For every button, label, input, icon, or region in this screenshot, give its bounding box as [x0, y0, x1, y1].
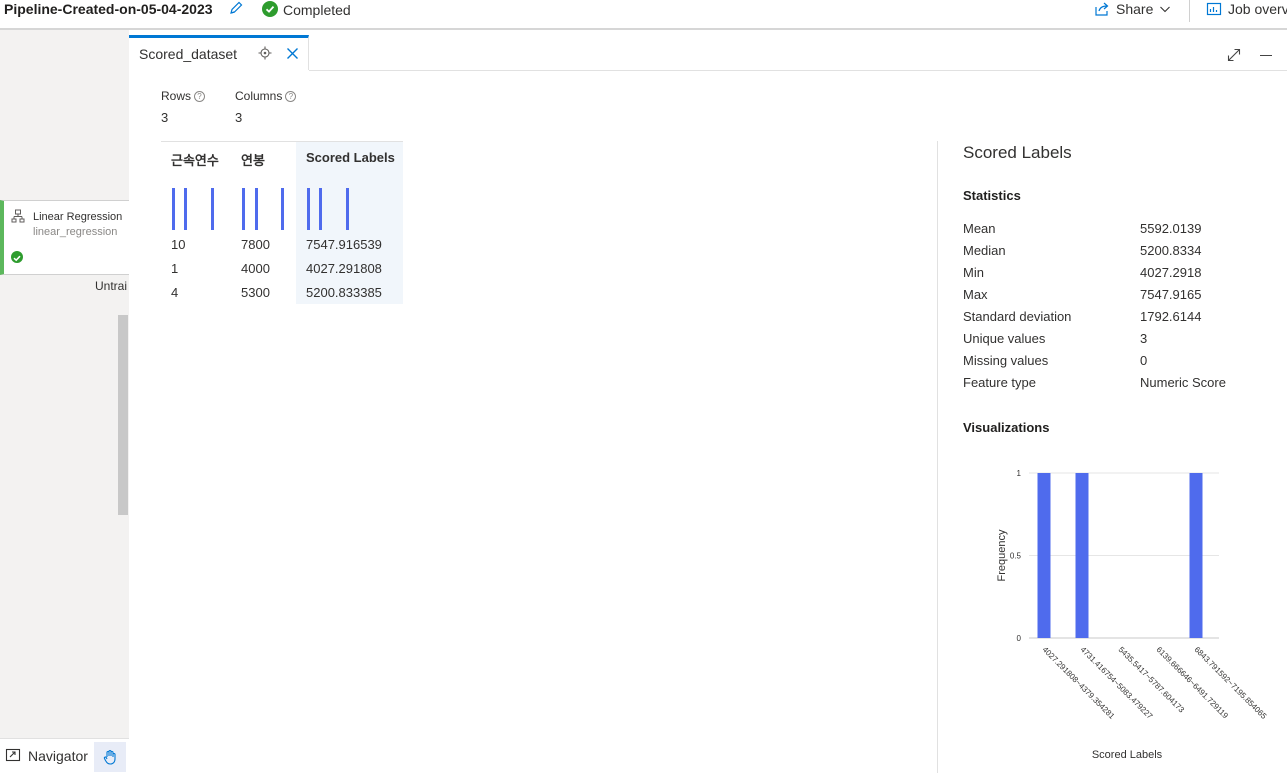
- stat-value: 3: [1140, 331, 1148, 346]
- columns-label: Columns ?: [235, 89, 297, 103]
- histogram-bar: [1075, 473, 1089, 638]
- x-tick-label: 6843.791592~7195.854065: [1193, 645, 1269, 721]
- module-node-linear-regression[interactable]: Linear Regression linear_regression: [0, 200, 129, 275]
- pipeline-canvas[interactable]: Linear Regression linear_regression Untr…: [0, 30, 129, 773]
- column-geunsok[interactable]: 근속연수 10 1 4: [161, 142, 231, 304]
- stat-key: Unique values: [963, 331, 1046, 346]
- job-overview-label: Job overv: [1228, 1, 1287, 17]
- columns-label-text: Columns: [235, 89, 283, 103]
- canvas-scrollbar[interactable]: [118, 315, 128, 515]
- table-cell: 1: [171, 261, 179, 276]
- expand-icon[interactable]: [1227, 48, 1241, 67]
- stats-divider: [937, 141, 938, 773]
- completed-check-icon: [262, 1, 278, 17]
- x-tick-label: 4027.291808~4379.354281: [1041, 645, 1117, 721]
- y-tick-label: 0.5: [1010, 552, 1022, 561]
- x-tick-label: 6139.666646~6491.729119: [1155, 645, 1231, 721]
- stat-value: 1792.6144: [1140, 309, 1202, 324]
- module-status-check-icon: [11, 251, 23, 263]
- stat-key: Feature type: [963, 375, 1036, 390]
- tab-label: Scored_dataset: [139, 46, 238, 62]
- columns-value: 3: [235, 110, 243, 125]
- navigator-icon[interactable]: [5, 747, 21, 768]
- table-cell: 4000: [241, 261, 270, 276]
- table-cell: 5200.833385: [306, 285, 382, 300]
- table-cell: 4027.291808: [306, 261, 382, 276]
- help-icon[interactable]: ?: [285, 90, 297, 102]
- status-text: Completed: [283, 2, 351, 18]
- stat-value: 5200.8334: [1140, 243, 1202, 258]
- stat-value: 0: [1140, 353, 1148, 368]
- rows-label: Rows ?: [161, 89, 206, 103]
- stat-value: 7547.9165: [1140, 287, 1202, 302]
- stat-key: Median: [963, 243, 1006, 258]
- table-cell: 7800: [241, 237, 270, 252]
- column-header[interactable]: 연봉: [241, 150, 265, 169]
- visualizations-heading: Visualizations: [963, 420, 1050, 435]
- navigator-label[interactable]: Navigator: [28, 748, 88, 764]
- y-axis-label: Frequency: [996, 529, 1008, 581]
- column-sparkline: [242, 188, 284, 230]
- pan-hand-button[interactable]: [94, 742, 126, 772]
- stat-value: 5592.0139: [1140, 221, 1202, 236]
- column-sparkline: [307, 188, 349, 230]
- job-overview-button[interactable]: Job overv: [1206, 0, 1287, 18]
- column-sparkline: [172, 188, 214, 230]
- y-tick-label: 1: [1017, 469, 1022, 478]
- tab-scored-dataset[interactable]: Scored_dataset: [129, 35, 309, 70]
- histogram-bar: [1037, 473, 1051, 638]
- stats-title: Scored Labels: [963, 143, 1072, 162]
- statistics-heading: Statistics: [963, 188, 1021, 203]
- column-yeonbong[interactable]: 연봉 7800 4000 5300: [231, 142, 296, 304]
- table-cell: 10: [171, 237, 186, 252]
- chevron-down-icon: [1160, 6, 1171, 13]
- edit-pencil-icon[interactable]: [228, 0, 244, 21]
- toolbar-divider: [1189, 0, 1190, 22]
- pipeline-title: Pipeline-Created-on-05-04-2023: [4, 1, 213, 17]
- share-label: Share: [1116, 1, 1154, 17]
- close-icon[interactable]: [286, 47, 299, 65]
- column-header[interactable]: 근속연수: [171, 150, 219, 169]
- table-cell: 7547.916539: [306, 237, 382, 252]
- stat-value: 4027.2918: [1140, 265, 1202, 280]
- x-axis-label: Scored Labels: [1092, 749, 1163, 761]
- module-name: Linear Regression: [33, 211, 123, 223]
- histogram-bar: [1189, 473, 1203, 638]
- table-cell: 5300: [241, 285, 270, 300]
- minimize-icon[interactable]: [1260, 55, 1272, 56]
- untrained-port-label: Untrai: [95, 279, 128, 293]
- locate-target-icon[interactable]: [258, 46, 272, 65]
- help-icon[interactable]: ?: [194, 90, 206, 102]
- table-cell: 4: [171, 285, 179, 300]
- x-tick-label: 5435.5417~5787.604173: [1117, 645, 1187, 715]
- module-tree-icon: [11, 209, 25, 228]
- tab-divider: [309, 70, 1287, 71]
- stat-key: Missing values: [963, 353, 1049, 368]
- top-bar: Pipeline-Created-on-05-04-2023 Completed…: [0, 0, 1287, 30]
- stat-key: Mean: [963, 221, 996, 236]
- hand-icon: [103, 749, 116, 765]
- rows-value: 3: [161, 110, 169, 125]
- module-sub: linear_regression: [33, 226, 118, 238]
- rows-label-text: Rows: [161, 89, 192, 103]
- stat-key: Max: [963, 287, 988, 302]
- y-tick-label: 0: [1017, 634, 1022, 643]
- navigator-bar: Navigator: [0, 738, 129, 773]
- column-header[interactable]: Scored Labels: [306, 150, 395, 165]
- data-preview-table: 근속연수 10 1 4 연봉 7800 4000 5300 Scored Lab…: [161, 141, 403, 304]
- stat-key: Min: [963, 265, 984, 280]
- share-button[interactable]: Share: [1094, 0, 1171, 18]
- stat-value: Numeric Score: [1140, 375, 1226, 390]
- histogram-chart: 0 0.5 1 4027.291808~4379.3542814731.416754~…: [996, 469, 1269, 761]
- dataset-panel: Scored_dataset Rows ? Columns ? 3 3 근속연수…: [129, 30, 1287, 773]
- stat-key: Standard deviation: [963, 309, 1072, 324]
- column-scored-labels[interactable]: Scored Labels 7547.916539 4027.291808 52…: [296, 142, 403, 304]
- share-icon: [1095, 2, 1109, 16]
- x-tick-label: 4731.416754~5083.479227: [1079, 645, 1155, 721]
- dashboard-icon: [1206, 2, 1222, 16]
